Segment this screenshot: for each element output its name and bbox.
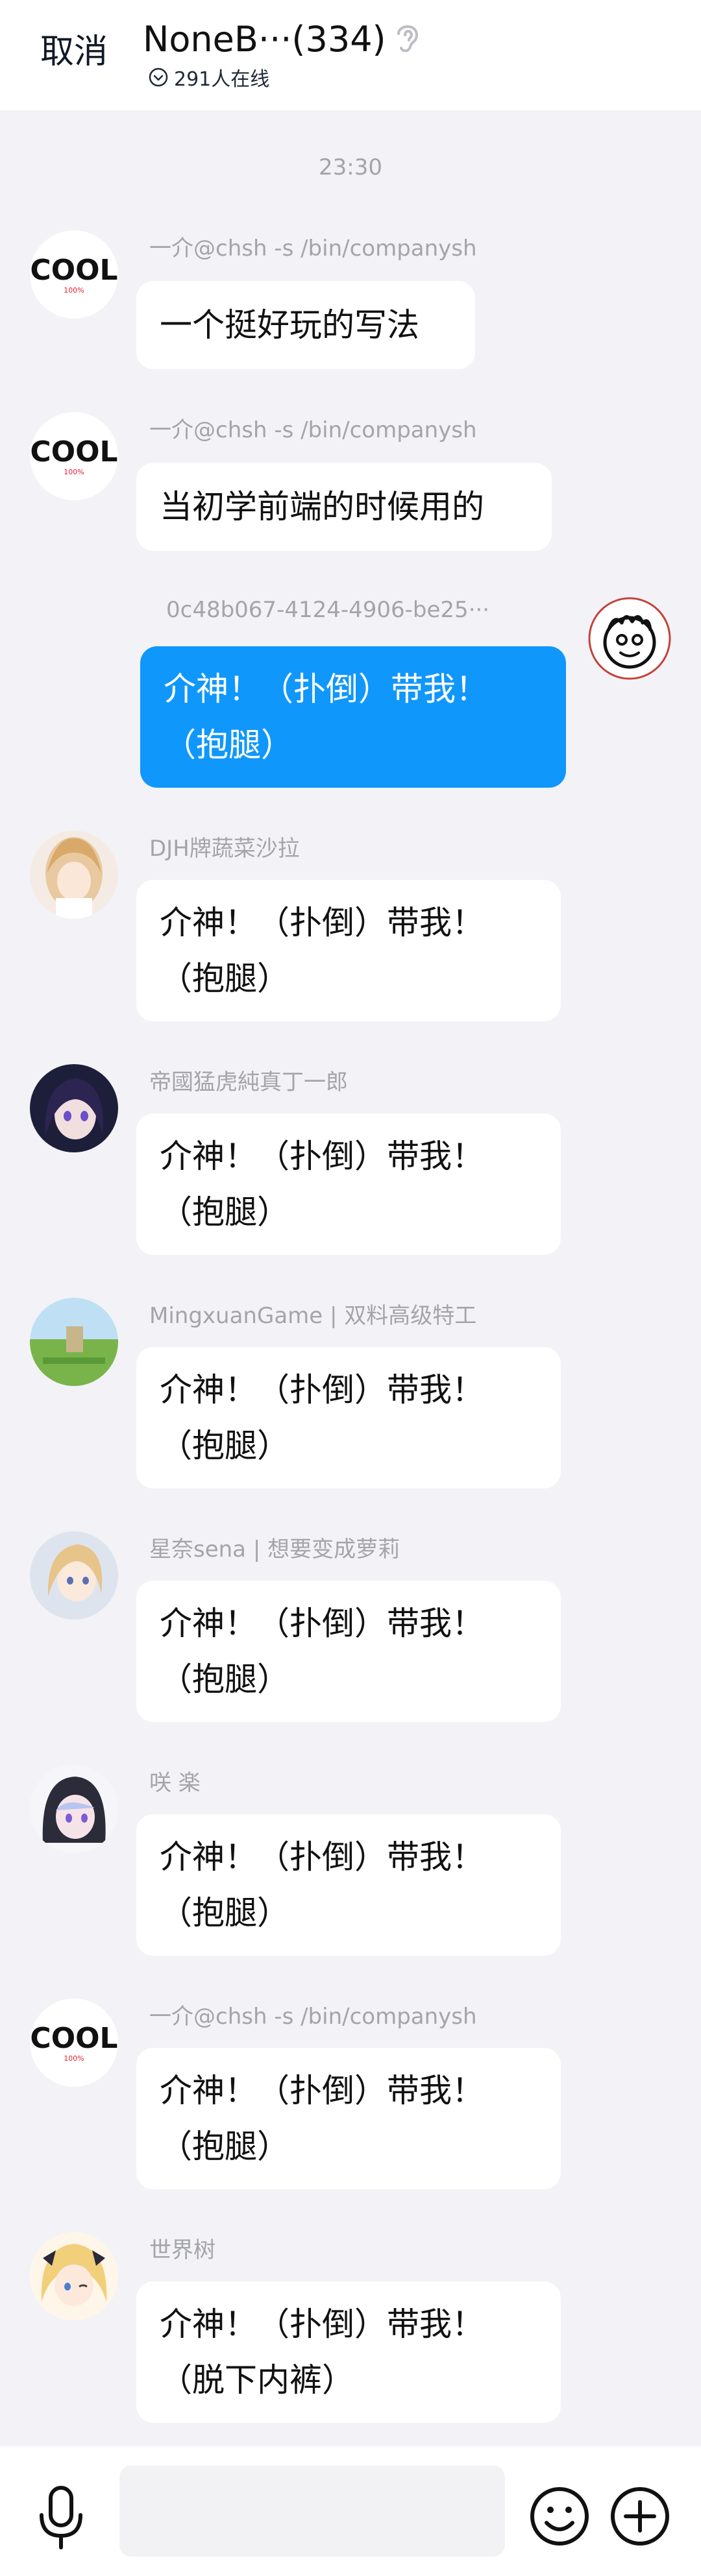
- sender-name[interactable]: MingxuanGame | 双料高级特工: [149, 1298, 476, 1330]
- sender-name[interactable]: 0c48b067-4124-4906-be25···: [166, 597, 549, 623]
- emoji-icon[interactable]: [528, 2485, 591, 2547]
- message-bubble[interactable]: 介神！（扑倒）带我！ （抱腿）: [136, 1581, 561, 1722]
- message-bubble[interactable]: 一个挺好玩的写法: [136, 281, 475, 369]
- message-line: 介神！（扑倒）带我！: [160, 2072, 484, 2109]
- anime-girl-avatar[interactable]: [30, 831, 118, 919]
- message-line: （抱腿）: [160, 1894, 289, 1932]
- message-line: （抱腿）: [160, 1193, 289, 1231]
- message-line: 介神！（扑倒）带我！: [160, 1838, 484, 1876]
- landscape-avatar[interactable]: [30, 1298, 118, 1386]
- online-count-label: 291人在线: [174, 68, 270, 91]
- message-input[interactable]: [119, 2466, 505, 2557]
- message-line: 介神！（扑倒）带我！: [160, 1605, 484, 1642]
- anime-blonde-avatar[interactable]: [30, 2232, 118, 2320]
- cool-logo-word: COOL: [30, 435, 117, 468]
- doodle-face-avatar[interactable]: [588, 597, 671, 680]
- message-line: 介神！（扑倒）带我！: [164, 670, 488, 708]
- online-count: 291人在线: [148, 64, 269, 91]
- sender-name[interactable]: DJH牌蔬菜沙拉: [149, 831, 300, 862]
- message-bubble[interactable]: 介神！（扑倒）带我！ （抱腿）: [136, 1347, 561, 1488]
- input-bar: [0, 2446, 701, 2576]
- message-line: （抱腿）: [160, 960, 289, 997]
- sender-name[interactable]: 星奈sena | 想要变成萝莉: [149, 1531, 400, 1563]
- cancel-button[interactable]: 取消: [40, 31, 108, 73]
- message-bubble[interactable]: 介神！（扑倒）带我！ （抱腿）: [136, 1113, 561, 1255]
- microphone-icon[interactable]: [34, 2485, 88, 2550]
- cool-logo-word: COOL: [30, 254, 117, 287]
- sender-name[interactable]: 一介@chsh -s /bin/companysh: [149, 230, 477, 262]
- chat-header: 取消 NoneB···(334) 291人在线: [0, 0, 701, 110]
- cool-logo-avatar[interactable]: COOL 100%: [30, 230, 118, 319]
- message-line: 介神！（扑倒）带我！: [160, 1137, 484, 1175]
- cool-logo-sub: 100%: [64, 2054, 84, 2063]
- message-line: 介神！（扑倒）带我！: [160, 904, 484, 942]
- chevron-circle-icon: [149, 67, 168, 87]
- anime-dark-avatar[interactable]: [30, 1064, 118, 1152]
- plus-icon[interactable]: [609, 2485, 671, 2547]
- message-bubble[interactable]: 介神！（扑倒）带我！ （抱腿）: [140, 646, 566, 788]
- chat-title[interactable]: NoneB···(334): [143, 17, 386, 62]
- ear-icon[interactable]: [393, 19, 422, 55]
- cool-logo-word: COOL: [30, 2022, 117, 2055]
- message-line: 介神！（扑倒）带我！: [160, 1371, 484, 1409]
- cool-logo-sub: 100%: [64, 468, 84, 476]
- cool-logo-sub: 100%: [64, 286, 84, 295]
- message-timestamp: 23:30: [319, 154, 382, 180]
- message-bubble[interactable]: 介神！（扑倒）带我！ （抱腿）: [136, 1814, 561, 1956]
- message-bubble[interactable]: 介神！（扑倒）带我！ （抱腿）: [136, 2048, 561, 2189]
- message-bubble[interactable]: 介神！（扑倒）带我！ （脱下内裤）: [136, 2281, 561, 2423]
- sender-name[interactable]: 世界树: [149, 2232, 215, 2264]
- sender-name[interactable]: 帝國猛虎純真丁一郎: [149, 1064, 348, 1096]
- message-bubble[interactable]: 介神！（扑倒）带我！ （抱腿）: [136, 880, 561, 1021]
- message-line: 介神！（扑倒）带我！: [160, 2305, 484, 2343]
- message-line: （抱腿）: [164, 726, 293, 764]
- sender-name[interactable]: 咲 楽: [149, 1765, 201, 1797]
- cool-logo-avatar[interactable]: COOL 100%: [30, 412, 118, 500]
- anime-light-avatar[interactable]: [30, 1531, 118, 1620]
- message-bubble[interactable]: 当初学前端的时候用的: [136, 463, 552, 551]
- sender-name[interactable]: 一介@chsh -s /bin/companysh: [149, 412, 477, 444]
- message-line: （抱腿）: [160, 2128, 289, 2165]
- message-line: （抱腿）: [160, 1660, 289, 1698]
- message-line: （脱下内裤）: [160, 2361, 354, 2399]
- sender-name[interactable]: 一介@chsh -s /bin/companysh: [149, 1999, 477, 2030]
- message-line: （抱腿）: [160, 1427, 289, 1464]
- cool-logo-avatar[interactable]: COOL 100%: [30, 1999, 118, 2087]
- anime-hood-avatar[interactable]: [30, 1765, 118, 1853]
- message-line: 一个挺好玩的写法: [160, 306, 419, 344]
- message-line: 当初学前端的时候用的: [160, 488, 484, 526]
